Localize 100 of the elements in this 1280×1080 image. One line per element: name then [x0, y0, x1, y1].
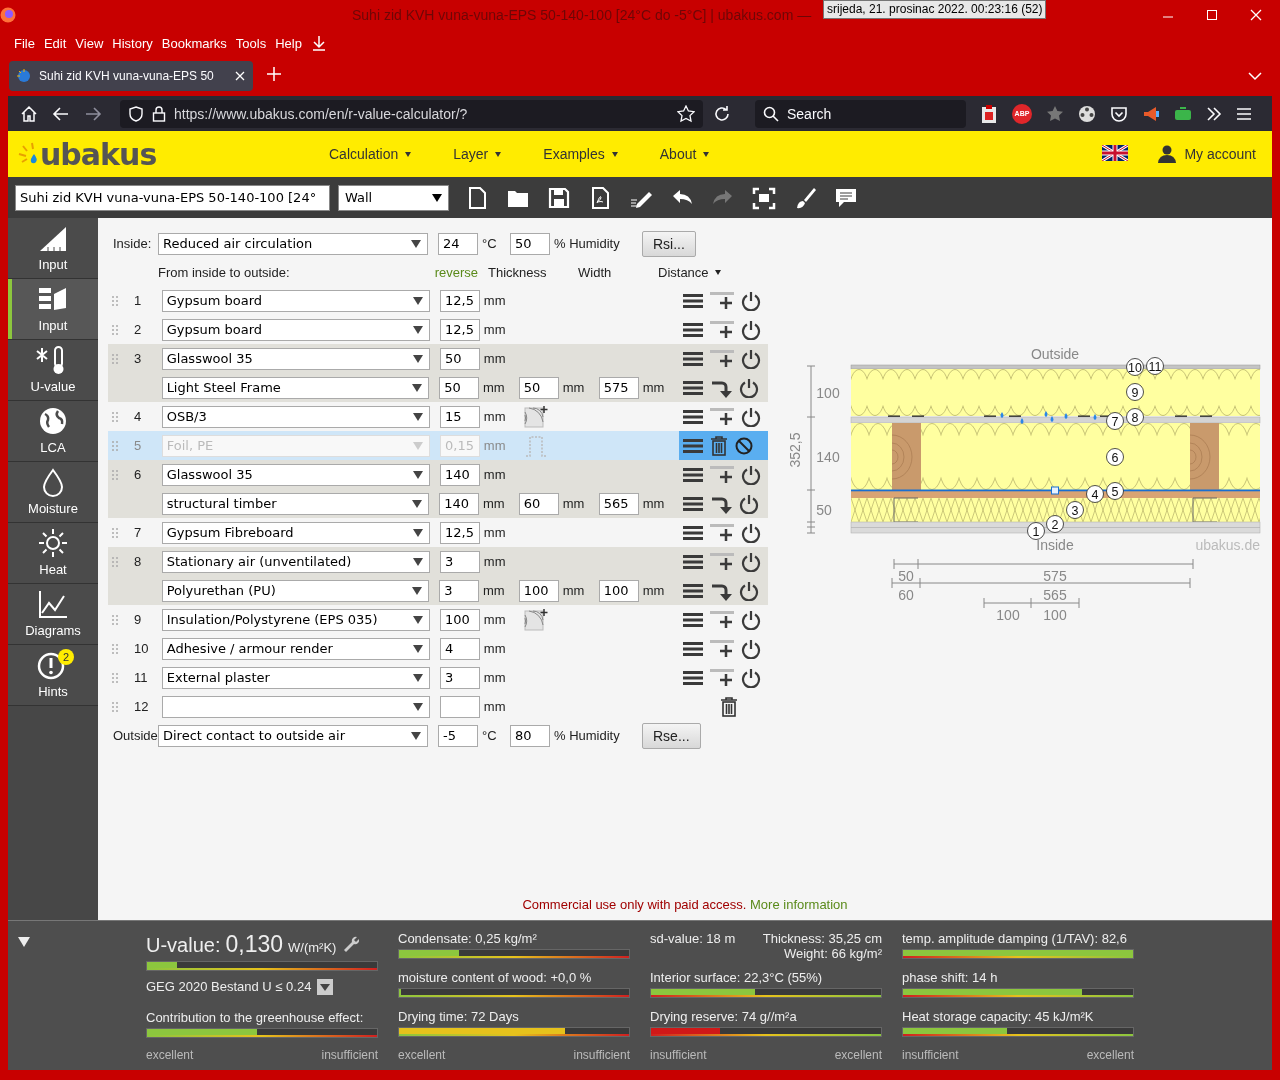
- layer-marker[interactable]: 6: [1106, 448, 1124, 466]
- sidebar-item[interactable]: Heat: [8, 523, 98, 584]
- flag-icon[interactable]: [1102, 144, 1129, 161]
- power-icon[interactable]: [740, 667, 761, 688]
- construction-name-field[interactable]: Suhi zid KVH vuna-vuna-EPS 50-140-100 [24°: [15, 184, 330, 211]
- drag-handle-icon[interactable]: [112, 469, 118, 480]
- layer-marker[interactable]: 7: [1106, 412, 1124, 430]
- shield-icon[interactable]: [128, 105, 144, 122]
- material-dropdown[interactable]: Polyurethan (PU): [161, 579, 430, 602]
- temperature-field[interactable]: -5: [438, 724, 478, 747]
- layer-marker[interactable]: 9: [1126, 383, 1144, 401]
- menu-icon[interactable]: [682, 640, 703, 657]
- layer-marker[interactable]: 3: [1066, 501, 1084, 519]
- menu-icon[interactable]: [682, 350, 703, 367]
- reload-icon[interactable]: [713, 104, 731, 123]
- menu-icon[interactable]: [1236, 105, 1252, 122]
- drag-handle-icon[interactable]: [112, 556, 118, 567]
- layer-marker[interactable]: 5: [1106, 482, 1124, 500]
- nav-menu-item[interactable]: About: [659, 146, 710, 162]
- type-dropdown[interactable]: Wall: [338, 184, 449, 211]
- layer-row[interactable]: 4 OSB/3 15 mm: [108, 402, 768, 431]
- back-icon[interactable]: [52, 104, 70, 123]
- layer-row[interactable]: 12 mm: [108, 692, 768, 721]
- layer-marker[interactable]: 1: [1027, 522, 1045, 540]
- save-icon[interactable]: [547, 185, 571, 210]
- material-dropdown[interactable]: External plaster: [161, 666, 431, 689]
- plus-icon[interactable]: [267, 67, 281, 81]
- material-dropdown[interactable]: Adhesive / armour render: [161, 637, 431, 660]
- sidebar-item[interactable]: U-value: [8, 340, 98, 401]
- add-layer-icon[interactable]: [709, 319, 734, 340]
- menu-item[interactable]: File: [14, 35, 35, 51]
- column-header[interactable]: Distance: [658, 264, 768, 280]
- distance-field[interactable]: 565: [598, 492, 639, 515]
- battery-icon[interactable]: [1174, 104, 1192, 123]
- layer-row[interactable]: 6 Glasswool 35 140 mm: [108, 460, 768, 489]
- thickness-field[interactable]: 50: [440, 347, 480, 370]
- layer-marker[interactable]: 11: [1146, 357, 1164, 375]
- add-layer-icon[interactable]: [709, 348, 734, 369]
- megaphone-icon[interactable]: [1142, 104, 1160, 123]
- humidity-field[interactable]: 50: [510, 232, 550, 255]
- nav-menu-item[interactable]: Examples: [543, 146, 618, 162]
- width-field[interactable]: 50: [518, 376, 559, 399]
- material-dropdown[interactable]: Gypsum Fibreboard: [161, 521, 431, 544]
- menu-icon[interactable]: [682, 611, 703, 628]
- add-layer-icon[interactable]: [709, 609, 734, 630]
- layer-marker[interactable]: 8: [1126, 408, 1144, 426]
- layer-row[interactable]: structural timber 140 mm 60 mm 565 mm: [108, 489, 768, 518]
- thickness-field[interactable]: 4: [440, 637, 480, 660]
- rse-button[interactable]: Rse...: [642, 722, 701, 749]
- thickness-field[interactable]: 3: [440, 666, 480, 689]
- rsi-button[interactable]: Rsi...: [642, 230, 696, 257]
- thickness-field[interactable]: 100: [440, 608, 480, 631]
- temperature-field[interactable]: 24: [438, 232, 478, 255]
- drag-handle-icon[interactable]: [112, 672, 118, 683]
- layer-row[interactable]: 8 Stationary air (unventilated) 3 mm: [108, 547, 768, 576]
- layer-row[interactable]: 9 Insulation/Polystyrene (EPS 035) 100 mm: [108, 605, 768, 634]
- sidebar-item[interactable]: Input: [8, 279, 98, 340]
- condition-dropdown[interactable]: Direct contact to outside air: [158, 724, 428, 747]
- download-icon[interactable]: [310, 35, 327, 51]
- add-layer-icon[interactable]: [709, 522, 734, 543]
- power-icon[interactable]: [740, 551, 761, 572]
- drag-handle-icon[interactable]: [112, 527, 118, 538]
- power-icon[interactable]: [740, 290, 761, 311]
- dropdown-button[interactable]: [317, 978, 334, 995]
- power-icon[interactable]: [738, 377, 759, 398]
- search-field[interactable]: Search: [755, 99, 966, 128]
- collapse-triangle-icon[interactable]: [18, 937, 30, 947]
- material-dropdown[interactable]: Light Steel Frame: [161, 376, 430, 399]
- width-field[interactable]: 60: [518, 492, 559, 515]
- layer-row[interactable]: 3 Glasswool 35 50 mm: [108, 344, 768, 373]
- menu-icon[interactable]: [682, 669, 703, 686]
- thickness-field[interactable]: 50: [439, 376, 480, 399]
- site-logo[interactable]: ubakus: [40, 136, 157, 172]
- wood-grain-icon[interactable]: [523, 607, 548, 632]
- menu-item[interactable]: Tools: [235, 35, 267, 51]
- drag-handle-icon[interactable]: [112, 353, 118, 364]
- distance-field[interactable]: 100: [598, 579, 639, 602]
- menu-icon[interactable]: [682, 466, 703, 483]
- power-icon[interactable]: [740, 406, 761, 427]
- thickness-field[interactable]: [440, 695, 480, 718]
- menu-icon[interactable]: [682, 379, 703, 396]
- fullscreen-icon[interactable]: [752, 185, 776, 210]
- chevron-down-icon[interactable]: [1248, 71, 1262, 81]
- sidebar-item[interactable]: LCA: [8, 401, 98, 462]
- menu-icon[interactable]: [682, 292, 703, 309]
- film-reel-icon[interactable]: [1078, 104, 1096, 123]
- humidity-field[interactable]: 80: [510, 724, 550, 747]
- power-icon[interactable]: [740, 464, 761, 485]
- width-field[interactable]: 100: [518, 579, 559, 602]
- power-icon[interactable]: [740, 348, 761, 369]
- menu-icon[interactable]: [682, 321, 703, 338]
- thickness-field[interactable]: 12,5: [440, 318, 480, 341]
- material-dropdown[interactable]: Gypsum board: [161, 289, 431, 312]
- menu-item[interactable]: View: [75, 35, 104, 51]
- reverse-link[interactable]: reverse: [434, 264, 478, 280]
- menu-item[interactable]: Bookmarks: [161, 35, 227, 51]
- add-layer-icon[interactable]: [709, 638, 734, 659]
- drag-handle-icon[interactable]: [112, 324, 118, 335]
- material-dropdown[interactable]: Insulation/Polystyrene (EPS 035): [161, 608, 431, 631]
- layer-row[interactable]: 11 External plaster 3 mm: [108, 663, 768, 692]
